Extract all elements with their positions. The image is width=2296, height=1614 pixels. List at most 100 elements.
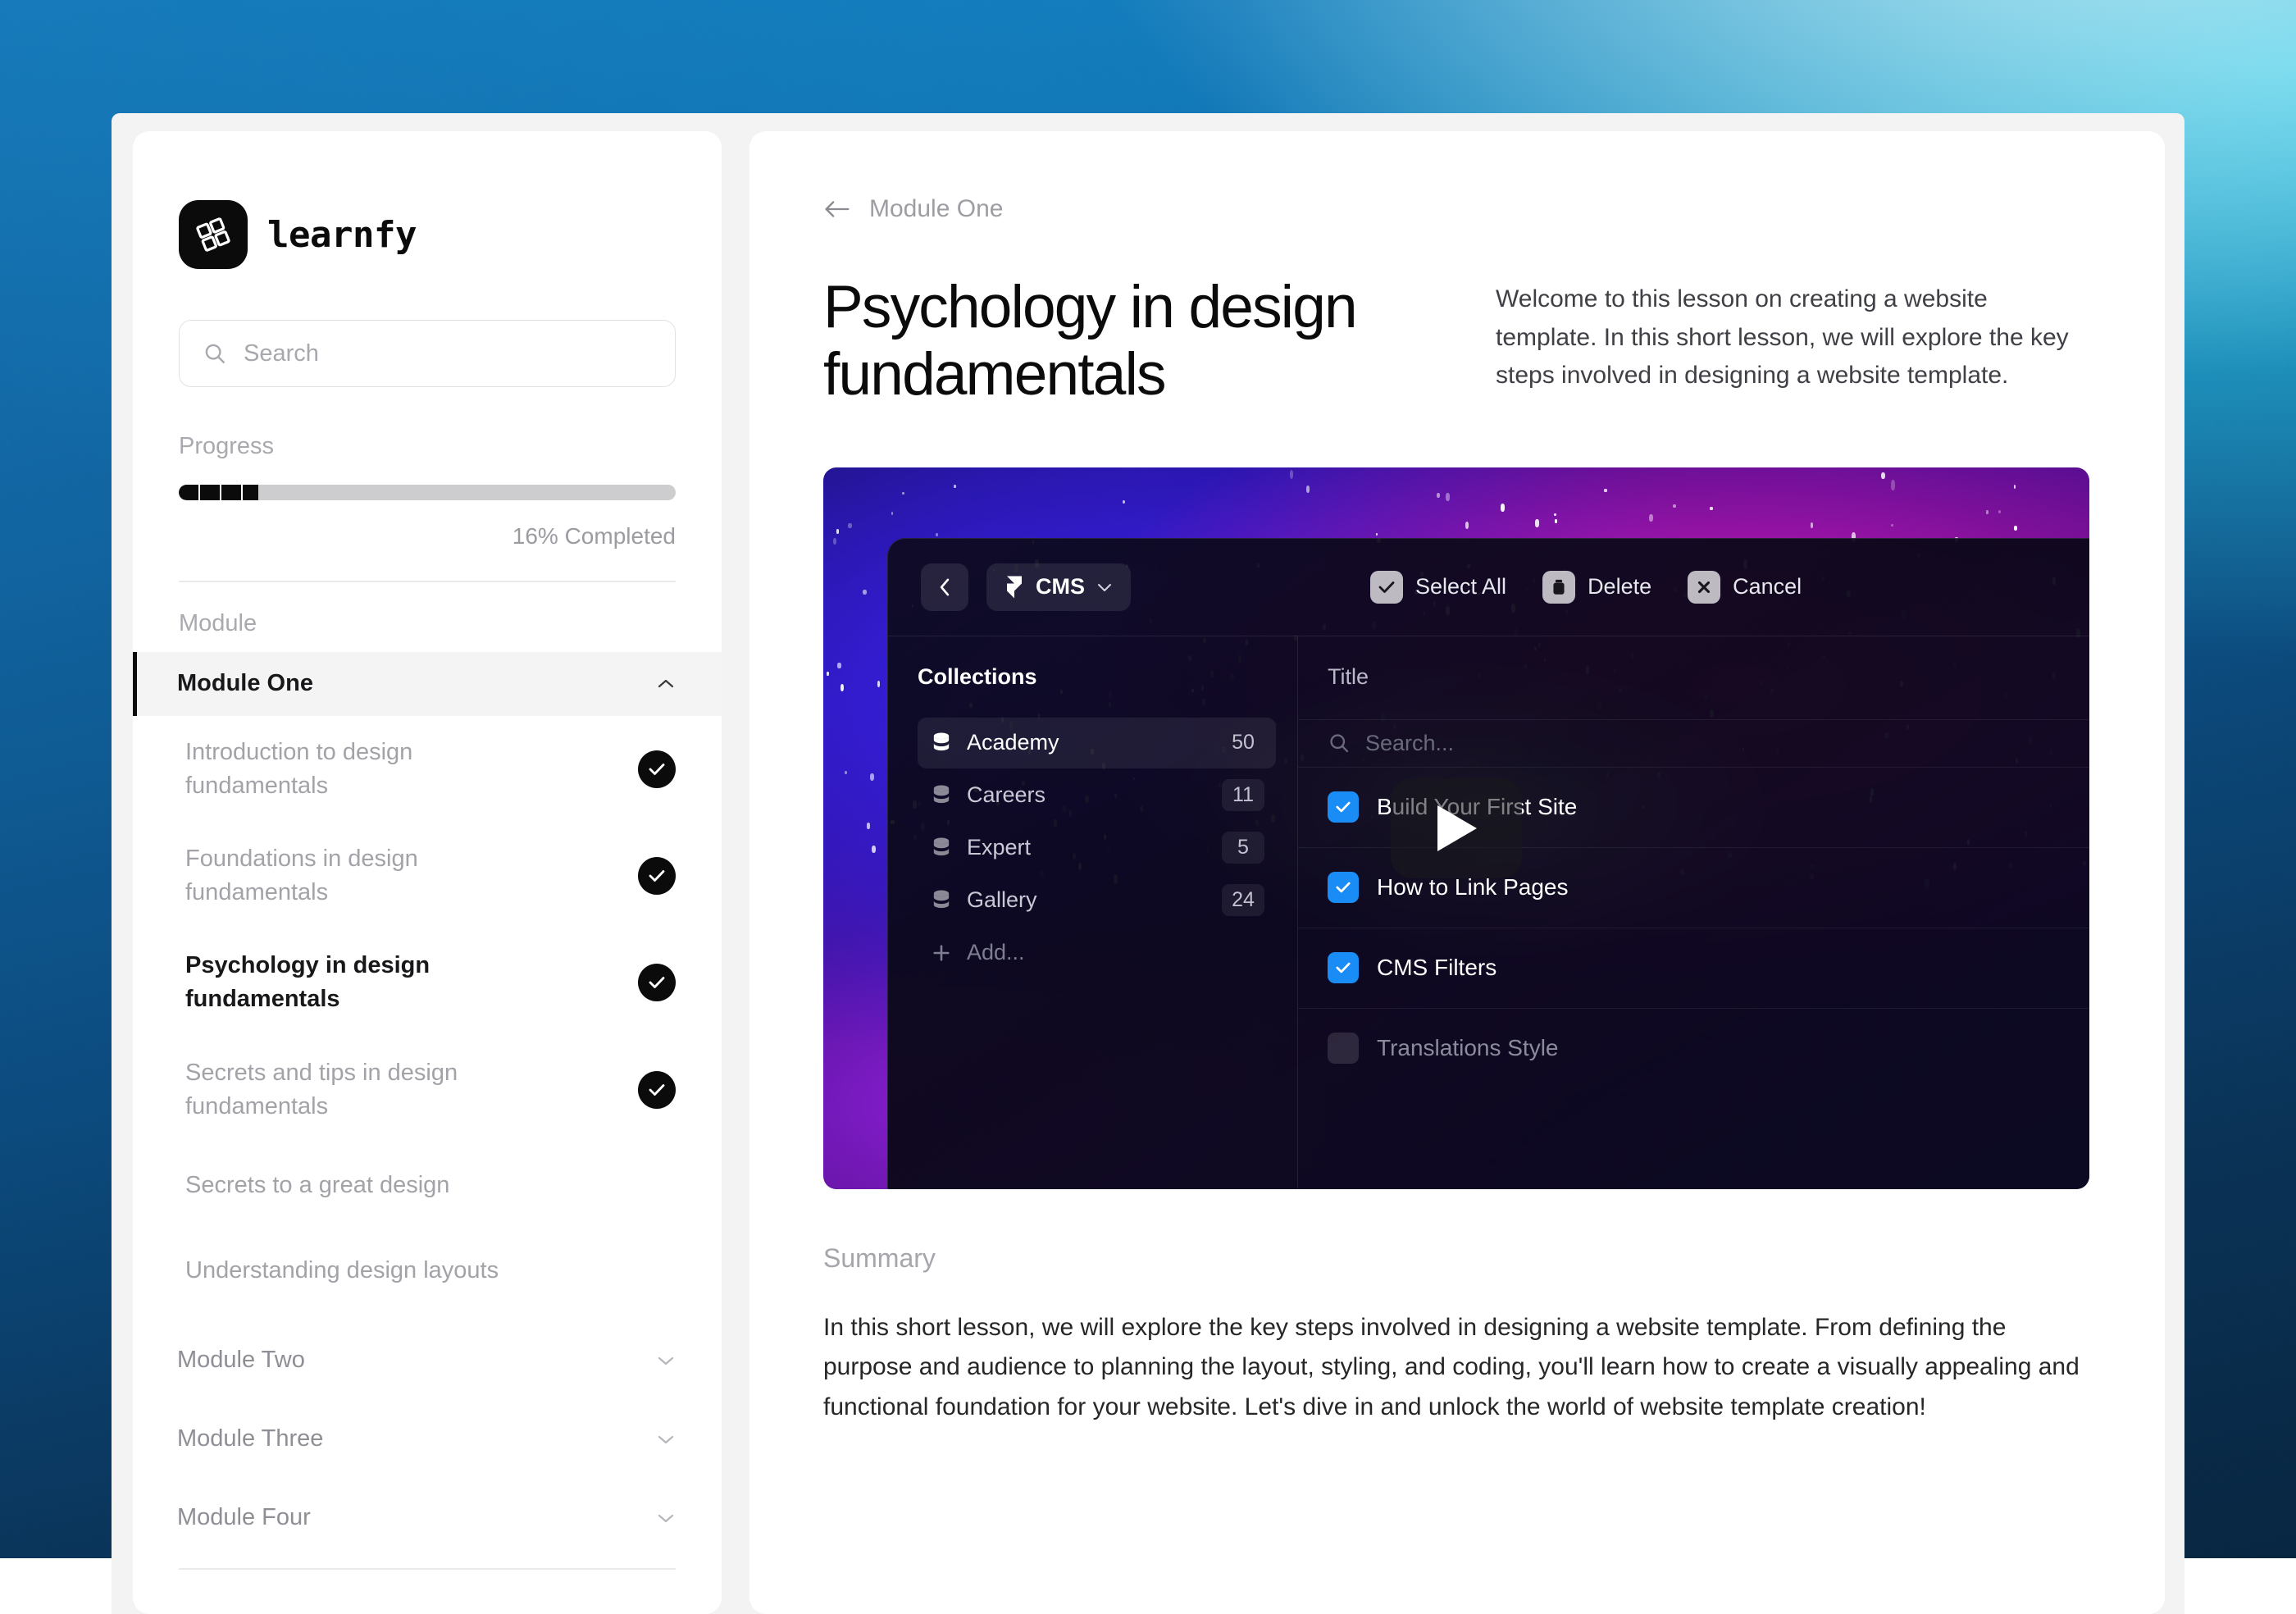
chevron-up-icon xyxy=(656,678,676,690)
cms-search-placeholder: Search... xyxy=(1365,731,1454,756)
cms-collection-item[interactable]: Careers11 xyxy=(918,770,1276,821)
cms-tool-label: Cancel xyxy=(1733,574,1802,600)
lesson-completed-badge xyxy=(638,964,676,1001)
lesson-label: Understanding design layouts xyxy=(185,1254,499,1288)
cms-search-input[interactable]: Search... xyxy=(1298,719,2089,767)
cms-collections-label: Collections xyxy=(918,664,1276,690)
cms-toolbar: CMS Select All Delete Cancel xyxy=(888,539,2089,636)
star xyxy=(1501,504,1505,512)
star xyxy=(1891,480,1895,490)
database-icon xyxy=(931,784,952,807)
star xyxy=(840,684,844,692)
breadcrumb-label: Module One xyxy=(869,195,1003,223)
cms-body: Collections Academy50 Careers11 Expert5 … xyxy=(888,636,2089,1189)
star xyxy=(872,846,876,853)
cms-collection-count: 5 xyxy=(1222,832,1264,864)
module-label: Module Two xyxy=(177,1347,305,1374)
cms-collection-name: Careers xyxy=(967,782,1207,808)
brand-name: learnfy xyxy=(267,214,417,256)
cms-row-title: Translations Style xyxy=(1377,1035,1559,1061)
cms-row-title: CMS Filters xyxy=(1377,955,1496,981)
progress-completed-text: 16% Completed xyxy=(179,523,676,549)
sidebar: learnfy Search Progress 16% Completed Mo… xyxy=(133,131,722,1614)
star xyxy=(1535,519,1539,527)
progress-label: Progress xyxy=(179,433,676,460)
cms-collection-item[interactable]: Gallery24 xyxy=(918,875,1276,926)
star xyxy=(1437,493,1440,498)
module-header[interactable]: Module One xyxy=(133,652,722,716)
cms-item-row[interactable]: CMS Filters xyxy=(1298,928,2089,1008)
lesson-label: Secrets and tips in design fundamentals xyxy=(185,1056,530,1124)
lesson-completed-badge xyxy=(638,1071,676,1109)
module-header[interactable]: Module Four xyxy=(133,1486,722,1550)
star xyxy=(936,533,938,536)
trash-icon xyxy=(1551,577,1567,597)
star xyxy=(836,529,839,533)
play-icon xyxy=(1433,802,1480,855)
lesson-label: Secrets to a great design xyxy=(185,1169,449,1202)
breadcrumb[interactable]: Module One xyxy=(823,195,2089,223)
lesson-label: Foundations in design fundamentals xyxy=(185,842,530,910)
x-icon xyxy=(1688,571,1720,604)
star xyxy=(833,538,836,545)
cms-row-checkbox[interactable] xyxy=(1328,791,1359,823)
lesson-item[interactable]: Foundations in design fundamentals xyxy=(133,823,722,929)
cms-tool-delete[interactable]: Delete xyxy=(1542,571,1651,604)
lesson-intro: Welcome to this lesson on creating a web… xyxy=(1496,274,2089,395)
module-header[interactable]: Module Three xyxy=(133,1407,722,1471)
cms-title-column: Title xyxy=(1298,664,2089,690)
app-window: learnfy Search Progress 16% Completed Mo… xyxy=(112,113,2184,1614)
check-icon xyxy=(647,1082,667,1098)
star xyxy=(1986,510,1988,514)
star xyxy=(837,663,840,668)
database-icon xyxy=(931,837,952,859)
check-icon xyxy=(1334,800,1352,814)
lesson-completed-badge xyxy=(638,857,676,895)
cms-collections-list: Academy50 Careers11 Expert5 Gallery24 xyxy=(918,718,1276,926)
chevron-down-icon xyxy=(1096,581,1113,593)
progress-bar-fill xyxy=(179,485,258,500)
cms-collection-item[interactable]: Expert5 xyxy=(918,823,1276,873)
lesson-label: Introduction to design fundamentals xyxy=(185,736,530,803)
lesson-item[interactable]: Introduction to design fundamentals xyxy=(133,716,722,823)
search-input[interactable]: Search xyxy=(179,320,676,387)
cms-tool-select-all[interactable]: Select All xyxy=(1370,571,1506,604)
lesson-item[interactable]: Understanding design layouts xyxy=(133,1229,722,1314)
star xyxy=(1604,489,1606,492)
x-icon xyxy=(1695,578,1713,596)
star xyxy=(1554,513,1556,516)
play-button[interactable] xyxy=(1391,778,1522,878)
star xyxy=(1446,493,1450,501)
cms-item-row[interactable]: Translations Style xyxy=(1298,1008,2089,1088)
plus-icon xyxy=(931,942,952,964)
cms-row-checkbox[interactable] xyxy=(1328,1033,1359,1064)
star xyxy=(1555,519,1557,523)
lesson-item[interactable]: Secrets to a great design xyxy=(133,1143,722,1229)
cms-row-checkbox[interactable] xyxy=(1328,952,1359,983)
learnfy-logo-icon xyxy=(179,200,248,269)
cms-tool-cancel[interactable]: Cancel xyxy=(1688,571,1802,604)
module-section-label: Module xyxy=(133,582,722,637)
cms-collection-item[interactable]: Academy50 xyxy=(918,718,1276,768)
cms-bulk-actions: Select All Delete Cancel xyxy=(1370,571,1802,604)
arrow-left-icon[interactable] xyxy=(823,198,851,221)
lesson-item[interactable]: Secrets and tips in design fundamentals xyxy=(133,1037,722,1143)
module-header[interactable]: Module Two xyxy=(133,1329,722,1393)
cms-collection-count: 50 xyxy=(1222,727,1264,759)
framer-icon xyxy=(1004,575,1024,600)
star xyxy=(1998,510,2002,514)
brand[interactable]: learnfy xyxy=(179,131,676,269)
cms-add-collection[interactable]: Add... xyxy=(918,928,1276,978)
search-icon xyxy=(203,341,227,366)
module-list: Module One Introduction to design fundame… xyxy=(133,652,722,1550)
lesson-item[interactable]: Psychology in design fundamentals xyxy=(133,929,722,1036)
cms-row-checkbox[interactable] xyxy=(1328,872,1359,903)
trash-icon xyxy=(1542,571,1575,604)
page-title: Psychology in design fundamentals xyxy=(823,274,1446,408)
cms-tool-label: Delete xyxy=(1588,574,1651,600)
cms-app-selector[interactable]: CMS xyxy=(986,563,1131,611)
star xyxy=(1306,486,1310,493)
lesson-video[interactable]: CMS Select All Delete Cancel Collections … xyxy=(823,467,2089,1189)
summary-label: Summary xyxy=(823,1243,2089,1274)
cms-back-button[interactable] xyxy=(921,563,968,611)
